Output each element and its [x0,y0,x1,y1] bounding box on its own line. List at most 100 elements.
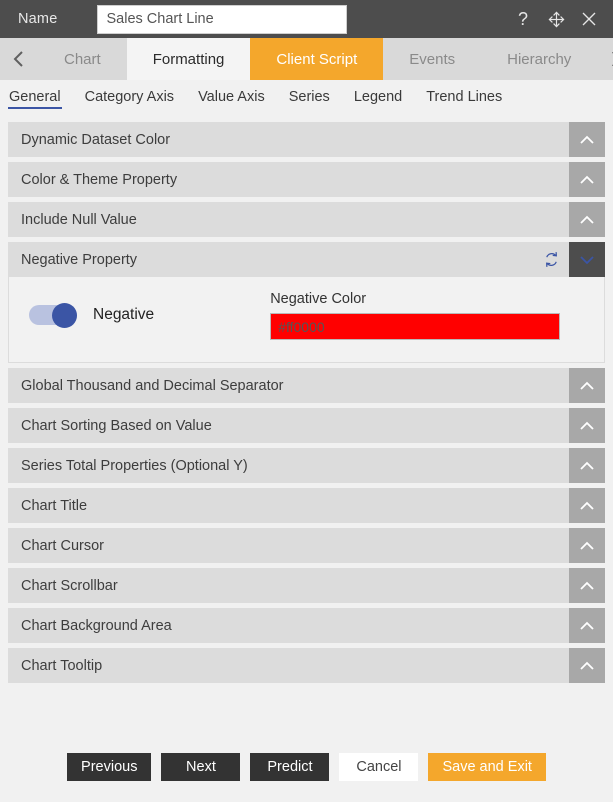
negative-color-label: Negative Color [270,291,367,307]
subtab-series[interactable]: Series [288,87,331,109]
name-label: Name [18,11,58,27]
accordion-header-chart-cursor[interactable]: Chart Cursor [8,528,605,563]
predict-button[interactable]: Predict [250,753,330,781]
negative-color-group: Negative Color [270,291,561,340]
chevron-down-icon[interactable] [569,242,605,277]
accordion-title: Chart Title [21,497,88,514]
main-tabbar: Chart Formatting Client Script Events Hi… [0,38,613,80]
chevron-up-icon[interactable] [569,408,605,443]
question-mark-icon[interactable]: ? [513,8,533,30]
tab-formatting-label: Formatting [152,50,225,68]
subtab-value-axis[interactable]: Value Axis [197,87,266,109]
accordion-tools [533,242,605,277]
negative-property-body: Negative Negative Color [8,277,605,363]
accordion-title: Chart Background Area [21,617,172,634]
subtab-series-label: Series [288,89,330,105]
accordion-header-chart-tooltip[interactable]: Chart Tooltip [8,648,605,683]
accordion-item: Chart Cursor [8,528,605,563]
accordion-header-chart-scrollbar[interactable]: Chart Scrollbar [8,568,605,603]
subtab-category-axis-label: Category Axis [84,89,175,105]
chevron-up-icon[interactable] [569,122,605,157]
accordion-tools [569,122,605,157]
chevron-up-icon[interactable] [569,202,605,237]
accordion-header-dynamic-dataset-color[interactable]: Dynamic Dataset Color [8,122,605,157]
accordion-item: Chart Background Area [8,608,605,643]
move-arrows-icon[interactable] [546,8,566,30]
accordion-tools [569,162,605,197]
accordion-header-include-null-value[interactable]: Include Null Value [8,202,605,237]
subtab-trend-lines[interactable]: Trend Lines [425,87,503,109]
save-and-exit-button[interactable]: Save and Exit [428,753,546,781]
subtab-legend[interactable]: Legend [353,87,403,109]
chevron-up-icon[interactable] [569,162,605,197]
chevron-up-icon[interactable] [569,568,605,603]
accordion-item: Chart Scrollbar [8,568,605,603]
previous-button[interactable]: Previous [67,753,152,781]
subtab-trend-lines-label: Trend Lines [426,89,503,105]
tabs-scroll-right-button[interactable] [597,38,613,80]
accordion-item-negative-property: Negative Property Negative Negative Colo… [8,242,605,363]
accordion-title: Chart Scrollbar [21,577,118,594]
accordion-tools [569,448,605,483]
accordion-tools [569,648,605,683]
accordion-item: Chart Tooltip [8,648,605,683]
chevron-up-icon[interactable] [569,608,605,643]
accordion-header-global-thousand-decimal-separator[interactable]: Global Thousand and Decimal Separator [8,368,605,403]
tab-chart[interactable]: Chart [38,38,127,80]
accordion-header-chart-title[interactable]: Chart Title [8,488,605,523]
negative-toggle-group: Negative [29,302,155,328]
tabs-scroll-left-button[interactable] [0,38,38,80]
accordion-tools [569,608,605,643]
tab-chart-label: Chart [64,50,101,68]
accordion-title: Color & Theme Property [21,171,178,188]
accordion-item: Dynamic Dataset Color [8,122,605,157]
accordion-tools [569,568,605,603]
accordion-title: Include Null Value [21,211,137,228]
tab-formatting[interactable]: Formatting [126,38,251,80]
close-x-icon[interactable] [579,8,599,30]
accordion-header-series-total-properties[interactable]: Series Total Properties (Optional Y) [8,448,605,483]
accordion-tools [569,202,605,237]
subtab-general[interactable]: General [8,87,62,109]
chevron-up-icon[interactable] [569,528,605,563]
accordion-title: Dynamic Dataset Color [21,131,171,148]
negative-color-input[interactable] [270,313,561,340]
tab-client-script-label: Client Script [276,50,358,68]
subtab-legend-label: Legend [353,89,403,105]
tab-events-label: Events [409,50,456,68]
subtab-value-axis-label: Value Axis [198,89,265,105]
dialog-titlebar: Name ? [0,0,613,38]
tab-client-script[interactable]: Client Script [250,38,384,80]
tab-hierarchy[interactable]: Hierarchy [481,38,598,80]
subtab-general-label: General [9,89,61,105]
accordion-item: Color & Theme Property [8,162,605,197]
subtab-category-axis[interactable]: Category Axis [84,87,175,109]
chevron-up-icon[interactable] [569,488,605,523]
chevron-up-icon[interactable] [569,448,605,483]
accordion-header-chart-background-area[interactable]: Chart Background Area [8,608,605,643]
name-input[interactable] [97,4,348,34]
tab-events[interactable]: Events [383,38,482,80]
accordion-title: Chart Sorting Based on Value [21,417,212,434]
accordion-tools [569,408,605,443]
next-button[interactable]: Next [161,753,241,781]
negative-toggle[interactable] [29,302,77,328]
accordion-item: Chart Sorting Based on Value [8,408,605,443]
accordion-tools [569,528,605,563]
refresh-sync-icon[interactable] [533,242,569,277]
toggle-knob [52,302,77,328]
chevron-up-icon[interactable] [569,648,605,683]
accordion-header-chart-sorting-based-on-value[interactable]: Chart Sorting Based on Value [8,408,605,443]
accordion-header-color-theme-property[interactable]: Color & Theme Property [8,162,605,197]
chevron-up-icon[interactable] [569,368,605,403]
accordion-item: Chart Title [8,488,605,523]
accordion-title: Chart Cursor [21,537,104,554]
accordion-header-negative-property[interactable]: Negative Property [8,242,605,277]
accordion-title: Negative Property [21,251,138,268]
dialog-footer: Previous Next Predict Cancel Save and Ex… [0,740,613,802]
accordion-title: Series Total Properties (Optional Y) [21,457,248,474]
general-settings-panel: Dynamic Dataset Color Color & Theme Prop… [0,116,613,740]
formatting-subtabs: General Category Axis Value Axis Series … [0,80,613,116]
cancel-button[interactable]: Cancel [339,753,419,781]
negative-toggle-label: Negative [93,306,155,323]
